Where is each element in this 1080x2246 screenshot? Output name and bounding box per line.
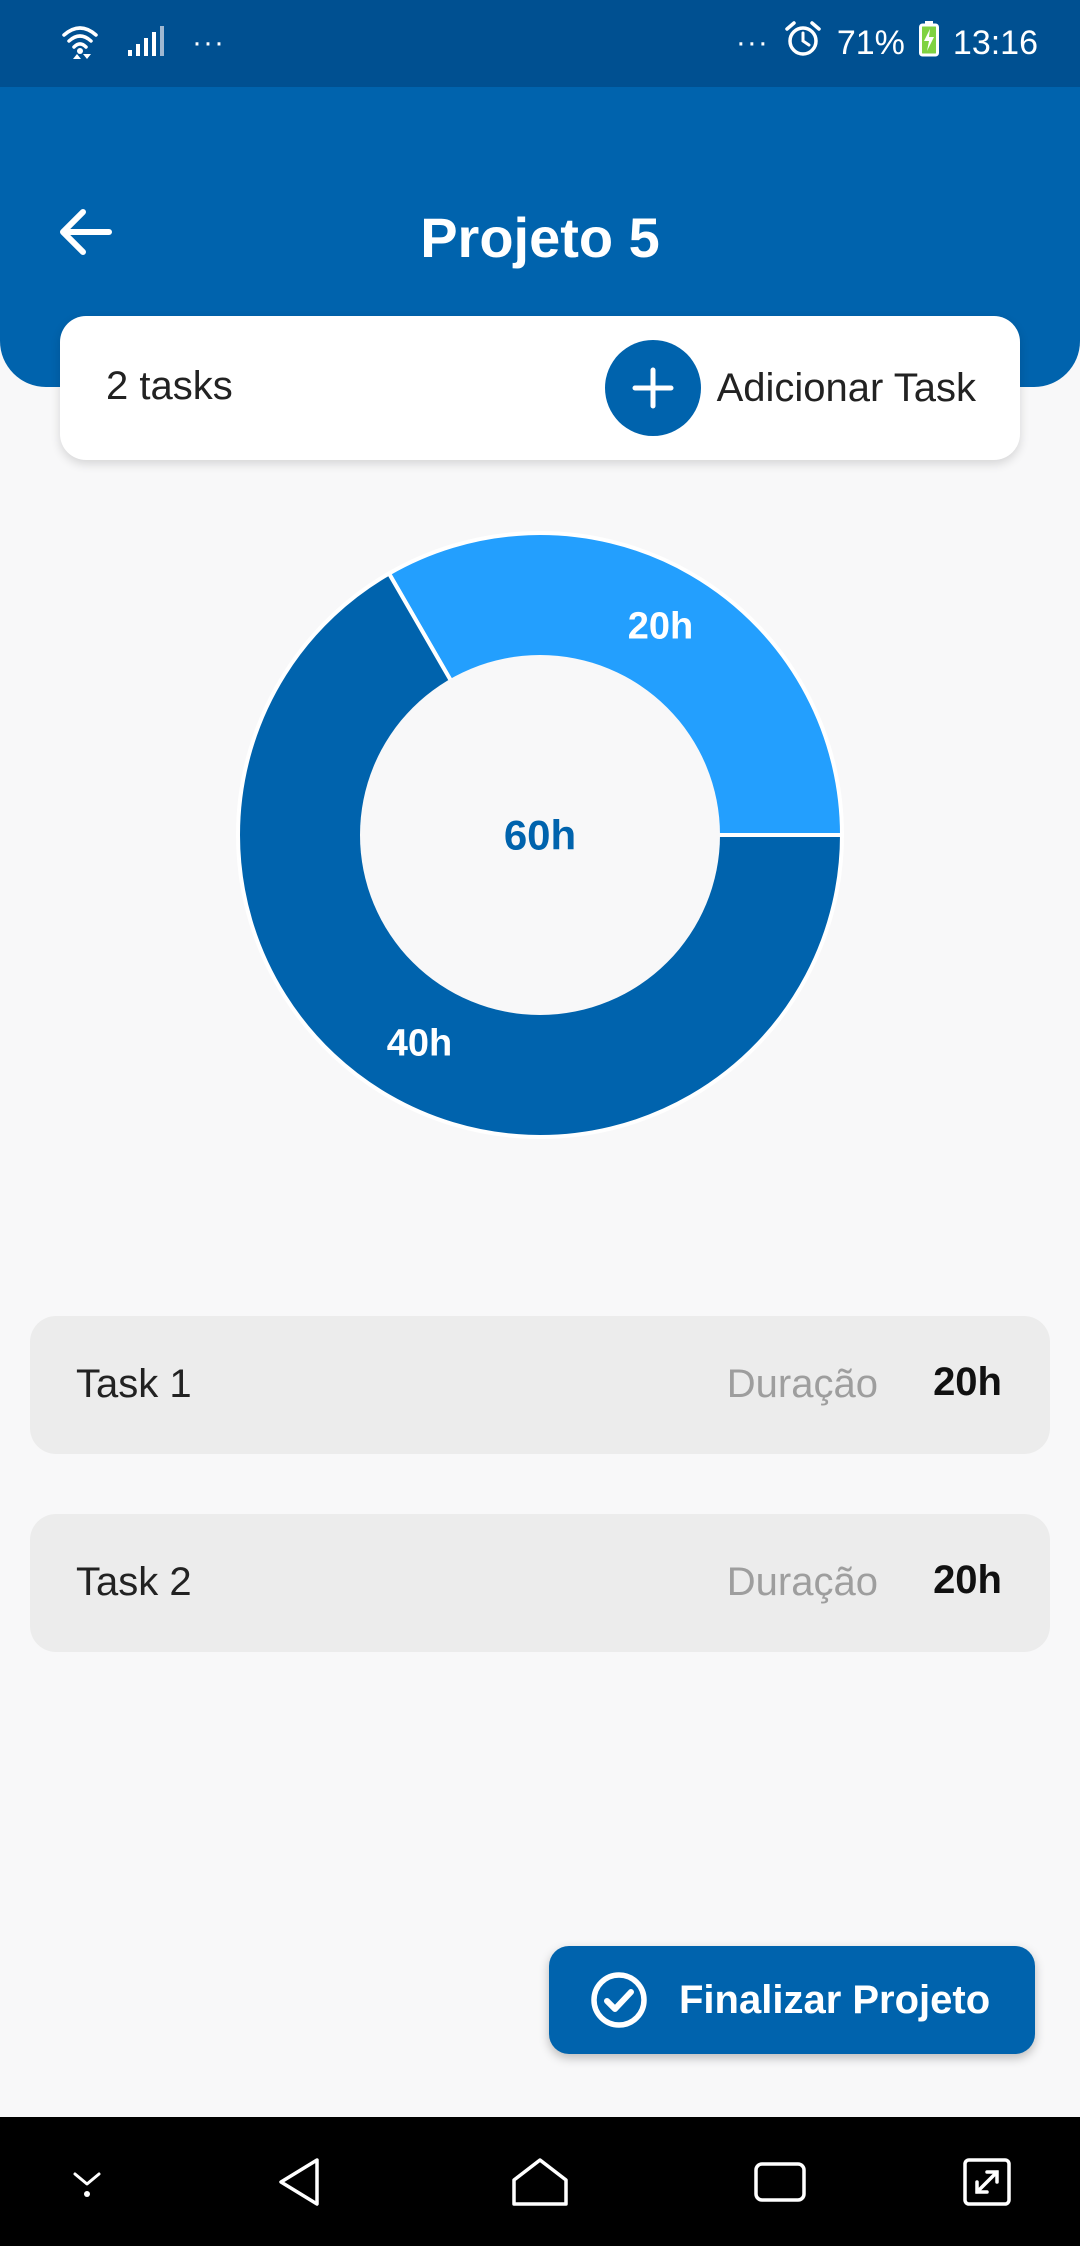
duration-label: Duração xyxy=(726,1362,878,1406)
plus-icon xyxy=(632,367,674,409)
chart-center-label: 60h xyxy=(504,812,576,859)
battery-percent: 71% xyxy=(836,23,905,62)
navigation-bar xyxy=(0,2117,1080,2246)
slice-label: 40h xyxy=(387,1023,452,1065)
check-circle-icon xyxy=(591,1972,647,2028)
expand-icon xyxy=(963,2158,1011,2206)
task-row[interactable]: Task 1 Duração 20h xyxy=(30,1316,1050,1454)
task-count: 2 tasks xyxy=(106,364,233,408)
duration-label: Duração xyxy=(726,1560,878,1604)
nav-home-button[interactable] xyxy=(505,2147,575,2217)
finish-project-label: Finalizar Projeto xyxy=(679,1977,991,2022)
status-bar-left: ··· xyxy=(60,18,225,68)
nav-screenshot-button[interactable] xyxy=(952,2147,1022,2217)
app-screen: ··· ··· 71% 13:16 Projeto 5 2 tasks Adic… xyxy=(0,0,1080,2246)
status-bar-right: ··· 71% 13:16 xyxy=(736,18,1038,68)
task-name: Task 1 xyxy=(76,1362,192,1406)
wifi-icon xyxy=(60,19,100,68)
battery-charging-icon xyxy=(918,20,939,66)
triangle-back-icon xyxy=(279,2158,319,2206)
status-bar: ··· ··· 71% 13:16 xyxy=(0,0,1080,87)
home-icon xyxy=(512,2158,568,2206)
donut-svg: 20h 40h 60h xyxy=(236,531,845,1139)
finish-project-button[interactable]: Finalizar Projeto xyxy=(549,1946,1035,2054)
add-circle xyxy=(604,340,701,436)
recents-icon xyxy=(754,2162,806,2202)
tasks-summary-card: 2 tasks Adicionar Task xyxy=(60,316,1020,460)
nav-recents-button[interactable] xyxy=(745,2147,815,2217)
task-name: Task 2 xyxy=(76,1560,192,1604)
alarm-icon xyxy=(783,19,823,68)
duration-value: 20h xyxy=(933,1558,1002,1602)
task-row[interactable]: Task 2 Duração 20h xyxy=(30,1514,1050,1652)
more-status-icon: ··· xyxy=(735,26,769,59)
nav-back-button[interactable] xyxy=(266,2147,336,2217)
clock: 13:16 xyxy=(952,23,1038,62)
page-title: Projeto 5 xyxy=(420,206,660,269)
chevron-down-icon xyxy=(73,2172,101,2197)
duration-value: 20h xyxy=(933,1360,1002,1404)
add-task-button[interactable]: Adicionar Task xyxy=(604,340,976,436)
hours-donut-chart: 20h 40h 60h xyxy=(236,531,845,1139)
signal-icon xyxy=(126,24,166,63)
slice-label: 20h xyxy=(628,605,693,647)
more-notifications-icon: ··· xyxy=(192,26,225,59)
add-task-label: Adicionar Task xyxy=(716,365,976,410)
nav-collapse-button[interactable] xyxy=(52,2147,122,2217)
